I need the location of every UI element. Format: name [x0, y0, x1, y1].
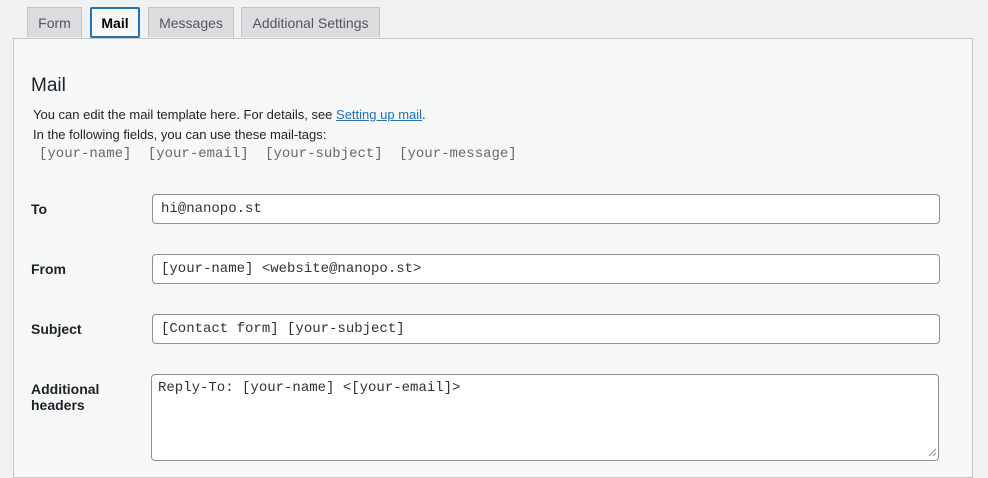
description-text: You can edit the mail template here. For… [33, 107, 337, 122]
mail-panel: Mail You can edit the mail template here… [13, 38, 973, 478]
mail-tag: [your-email] [147, 146, 249, 162]
additional-headers-label: Additional headers [31, 381, 99, 413]
subject-label: Subject [31, 321, 82, 337]
additional-headers-textarea[interactable]: Reply-To: [your-name] <[your-email]> [151, 374, 939, 461]
description-line-1: You can edit the mail template here. For… [33, 107, 426, 122]
description-suffix: . [422, 107, 426, 122]
resize-handle-icon[interactable] [927, 447, 937, 457]
additional-headers-label-line-2: headers [31, 397, 85, 413]
panel-title: Mail [31, 75, 66, 96]
mail-tag: [your-subject] [265, 146, 383, 162]
description-line-2: In the following fields, you can use the… [33, 127, 327, 142]
from-input[interactable] [152, 254, 940, 284]
tab-mail[interactable]: Mail [90, 7, 140, 38]
additional-headers-label-line-1: Additional [31, 381, 100, 397]
setting-up-mail-link[interactable]: Setting up mail [336, 107, 422, 122]
to-input[interactable] [152, 194, 940, 224]
tab-form[interactable]: Form [27, 7, 82, 37]
mail-tag: [your-name] [39, 146, 132, 162]
to-label: To [31, 201, 48, 217]
mail-tag: [your-message] [399, 146, 517, 162]
subject-input[interactable] [152, 314, 940, 344]
mail-tags: [your-name] [your-email] [your-subject] … [39, 146, 525, 162]
tab-additional-settings[interactable]: Additional Settings [241, 7, 380, 37]
from-label: From [31, 261, 66, 277]
tab-messages[interactable]: Messages [148, 7, 234, 37]
